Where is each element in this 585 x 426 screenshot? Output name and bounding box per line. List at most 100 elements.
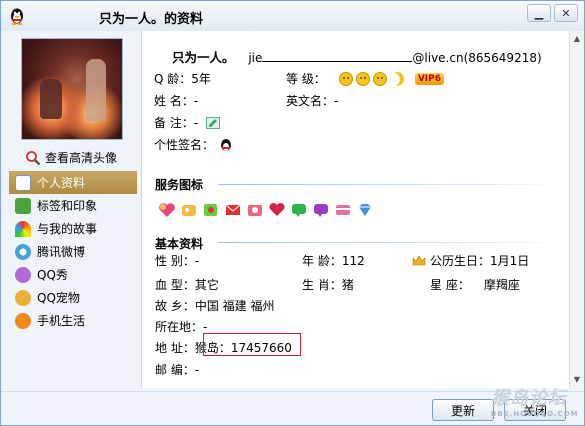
qq-penguin-icon bbox=[11, 8, 23, 25]
sidebar-item-label: 腾讯微博 bbox=[37, 245, 86, 259]
remark-label: 备 注： bbox=[154, 116, 194, 130]
card-service-icon[interactable] bbox=[334, 202, 352, 218]
close-window-button[interactable]: ✕ bbox=[554, 4, 578, 22]
magnifier-icon bbox=[26, 150, 41, 165]
profile-content: 只为一人。 jie @live.cn(865649218) Q 龄：5年 等 级：… bbox=[141, 31, 569, 388]
talk-service-icon[interactable] bbox=[312, 202, 330, 218]
star-sign-value: 摩羯座 bbox=[483, 278, 520, 292]
zodiac-label: 生 肖： bbox=[302, 278, 342, 292]
content-scrollbar[interactable]: ▲ ▼ bbox=[569, 31, 584, 388]
minimize-icon: ▁ bbox=[534, 6, 544, 20]
zodiac-value: 猪 bbox=[341, 278, 354, 292]
service-icons-row bbox=[158, 202, 374, 218]
avatar-figure bbox=[40, 79, 62, 119]
postcode-value: - bbox=[194, 363, 200, 377]
love-service-icon[interactable] bbox=[268, 202, 286, 218]
q-age-value: 5年 bbox=[191, 72, 211, 86]
signature-label: 个性签名： bbox=[154, 138, 215, 152]
sidebar-item-label: 个人资料 bbox=[37, 176, 86, 190]
gender-value: - bbox=[194, 254, 200, 268]
email-suffix: @live.cn(865649218) bbox=[412, 51, 542, 65]
basic-info-title: 基本资料 bbox=[155, 237, 204, 251]
star-sign-label: 星 座： bbox=[430, 278, 470, 292]
sun-level-icon bbox=[372, 71, 387, 86]
sidebar-item-pet[interactable]: QQ宠物 bbox=[9, 286, 137, 309]
vip-badge[interactable]: VIP6 bbox=[414, 72, 445, 85]
rainbow-icon bbox=[15, 220, 31, 237]
window-title: 只为一人。的资料 bbox=[99, 12, 204, 27]
avatar-figure bbox=[86, 59, 106, 121]
blood-type-value: 其它 bbox=[194, 278, 219, 292]
birthday-label: 公历生日： bbox=[430, 254, 491, 268]
scroll-up-icon[interactable]: ▲ bbox=[571, 33, 583, 45]
mobile-life-icon bbox=[15, 312, 31, 329]
photo-service-icon[interactable] bbox=[246, 202, 264, 218]
sidebar-item-tags[interactable]: 标签和印象 bbox=[9, 194, 137, 217]
forum-watermark: 猴岛论坛 BBS.HOUDAO.COM bbox=[491, 384, 579, 418]
section-divider bbox=[218, 242, 558, 243]
watermark-text: 猴岛论坛 bbox=[491, 388, 567, 409]
service-icons-title: 服务图标 bbox=[155, 178, 204, 192]
sidebar-item-label: 标签和印象 bbox=[37, 199, 98, 213]
weibo-icon bbox=[15, 243, 31, 260]
sidebar-item-label: QQ宠物 bbox=[37, 291, 80, 305]
music-service-icon[interactable] bbox=[202, 202, 220, 218]
sidebar-item-mobile[interactable]: 手机生活 bbox=[9, 309, 137, 332]
hometown-label: 故 乡： bbox=[155, 299, 195, 313]
q-age-label: Q 龄： bbox=[154, 72, 192, 86]
avatar[interactable] bbox=[21, 38, 123, 140]
watermark-url: BBS.HOUDAO.COM bbox=[491, 410, 579, 418]
minimize-button[interactable]: ▁ bbox=[527, 4, 551, 22]
qqshow-icon bbox=[15, 266, 31, 283]
profile-window: 只为一人。的资料 ▁ ✕ 查看高清头像 个人资料 标签和印象 与我的故事 腾讯微… bbox=[0, 0, 585, 426]
english-name-value: - bbox=[334, 94, 339, 108]
sun-level-icon bbox=[355, 71, 370, 86]
section-divider bbox=[218, 184, 558, 185]
sidebar-item-story[interactable]: 与我的故事 bbox=[9, 217, 137, 240]
mail-service-icon[interactable] bbox=[224, 202, 242, 218]
sidebar-item-label: 手机生活 bbox=[37, 314, 86, 328]
address-label: 地 址： bbox=[155, 341, 195, 355]
qq-penguin-icon bbox=[221, 138, 232, 151]
heart-service-icon[interactable] bbox=[158, 202, 176, 218]
refresh-button[interactable]: 更新 bbox=[432, 399, 494, 421]
diamond-service-icon[interactable] bbox=[356, 202, 374, 218]
sidebar-item-weibo[interactable]: 腾讯微博 bbox=[9, 240, 137, 263]
address-highlight-box bbox=[203, 333, 301, 356]
gender-label: 性 别： bbox=[155, 254, 195, 268]
close-icon: ✕ bbox=[561, 6, 571, 20]
age-label: 年 龄： bbox=[302, 254, 342, 268]
pet-icon bbox=[15, 289, 31, 306]
sidebar-item-profile[interactable]: 个人资料 bbox=[9, 171, 137, 194]
location-label: 所在地： bbox=[155, 320, 204, 334]
game-service-icon[interactable] bbox=[180, 202, 198, 218]
sidebar-item-label: 与我的故事 bbox=[37, 222, 98, 236]
email-mask bbox=[262, 52, 413, 62]
title-bar[interactable]: 只为一人。的资料 ▁ ✕ bbox=[1, 1, 584, 31]
blood-type-label: 血 型： bbox=[155, 278, 195, 292]
location-value: - bbox=[203, 320, 208, 334]
moon-level-icon bbox=[388, 70, 406, 88]
crown-icon bbox=[412, 254, 426, 265]
remark-value: - bbox=[193, 115, 199, 130]
edit-remark-icon[interactable] bbox=[206, 116, 221, 129]
postcode-label: 邮 编： bbox=[155, 363, 195, 377]
nickname: 只为一人。 bbox=[172, 50, 235, 65]
sidebar-nav: 个人资料 标签和印象 与我的故事 腾讯微博 QQ秀 QQ宠物 手机生活 bbox=[9, 171, 137, 332]
birthday-value: 1月1日 bbox=[490, 254, 530, 268]
english-name-label: 英文名： bbox=[286, 94, 335, 108]
hometown-value: 中国 福建 福州 bbox=[194, 299, 275, 313]
chat-service-icon[interactable] bbox=[290, 202, 308, 218]
sidebar-item-label: QQ秀 bbox=[37, 268, 68, 282]
profile-card-icon bbox=[15, 174, 31, 191]
tag-icon bbox=[15, 197, 31, 214]
sun-level-icon bbox=[338, 71, 353, 86]
sidebar: 查看高清头像 个人资料 标签和印象 与我的故事 腾讯微博 QQ秀 QQ宠物 手机… bbox=[1, 31, 141, 391]
view-hd-avatar-label: 查看高清头像 bbox=[45, 151, 118, 165]
email-prefix: jie bbox=[248, 51, 263, 65]
sidebar-item-qqshow[interactable]: QQ秀 bbox=[9, 263, 137, 286]
name-label: 姓 名： bbox=[154, 94, 194, 108]
view-hd-avatar-link[interactable]: 查看高清头像 bbox=[25, 149, 117, 166]
level-label: 等 级： bbox=[286, 72, 326, 86]
name-value: - bbox=[193, 94, 199, 108]
